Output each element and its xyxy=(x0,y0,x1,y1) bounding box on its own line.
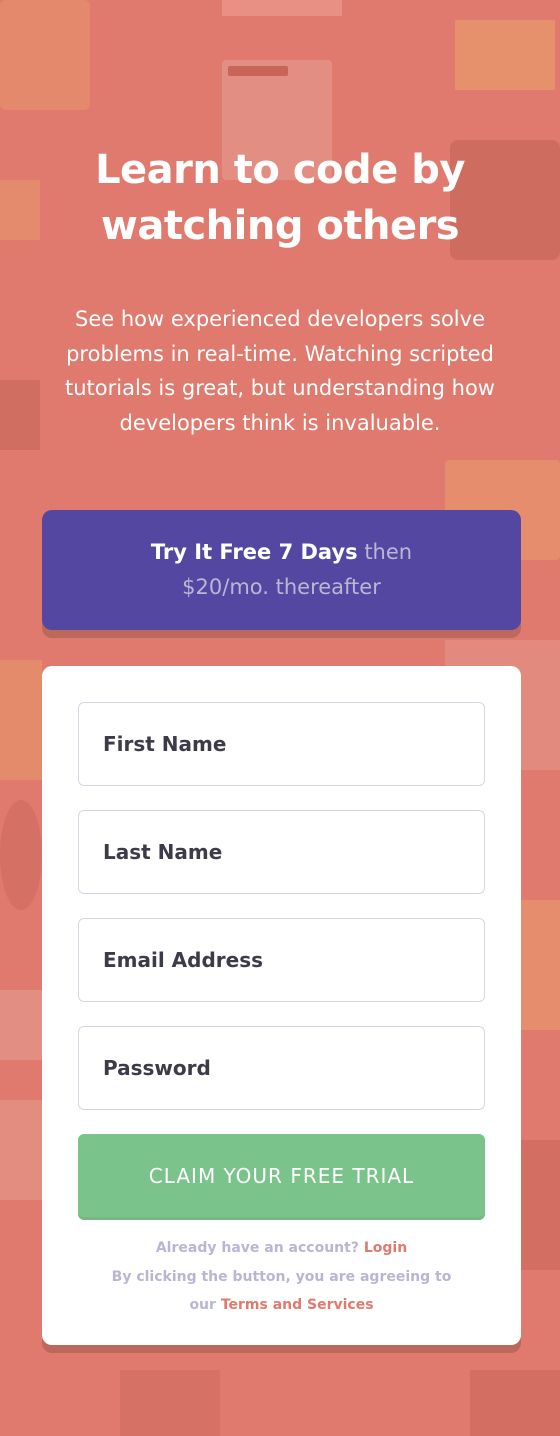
claim-trial-button[interactable]: CLAIM YOUR FREE TRIAL xyxy=(78,1134,485,1217)
bg-dots-shape xyxy=(228,66,288,76)
signup-form: CLAIM YOUR FREE TRIAL Already have an ac… xyxy=(42,666,521,1345)
first-name-input[interactable] xyxy=(103,732,484,756)
last-name-input[interactable] xyxy=(103,840,484,864)
terms-notice: By clicking the button, you are agreeing… xyxy=(78,1263,485,1319)
bg-block-shape xyxy=(0,1100,42,1200)
bg-block-shape xyxy=(120,1370,220,1436)
trial-offer-text: Try It Free 7 Days then $20/mo. thereaft… xyxy=(122,535,441,605)
last-name-field xyxy=(78,810,485,894)
login-prompt: Already have an account? Login xyxy=(78,1234,485,1262)
first-name-field xyxy=(78,702,485,786)
login-prompt-text: Already have an account? xyxy=(155,1240,359,1256)
terms-link[interactable]: Terms and Services xyxy=(221,1297,374,1313)
password-field xyxy=(78,1026,485,1110)
password-input[interactable] xyxy=(103,1056,484,1080)
bg-block-shape xyxy=(0,660,42,780)
bg-gear-shape xyxy=(0,800,42,910)
hero-description: See how experienced developers solve pro… xyxy=(65,307,495,435)
bg-chart-shape xyxy=(455,20,555,90)
bg-block-shape xyxy=(0,990,42,1060)
bg-block-shape xyxy=(0,380,40,450)
hero-title-line: watching others xyxy=(100,203,460,249)
bg-block-shape xyxy=(0,0,90,110)
bg-window-shape xyxy=(222,0,342,16)
terms-notice-prefix: our xyxy=(189,1297,216,1313)
hero-title: Learn to code by watching others xyxy=(20,142,540,254)
hero-title-line: Learn to code by xyxy=(95,147,465,193)
terms-notice-text: By clicking the button, you are agreeing… xyxy=(111,1269,452,1285)
trial-offer-highlight: Try It Free 7 Days xyxy=(150,540,358,564)
trial-offer-banner: Try It Free 7 Days then $20/mo. thereaft… xyxy=(42,510,521,630)
email-input[interactable] xyxy=(103,948,484,972)
bg-tool-shape xyxy=(470,1370,560,1436)
email-field xyxy=(78,918,485,1002)
login-link[interactable]: Login xyxy=(364,1240,407,1256)
